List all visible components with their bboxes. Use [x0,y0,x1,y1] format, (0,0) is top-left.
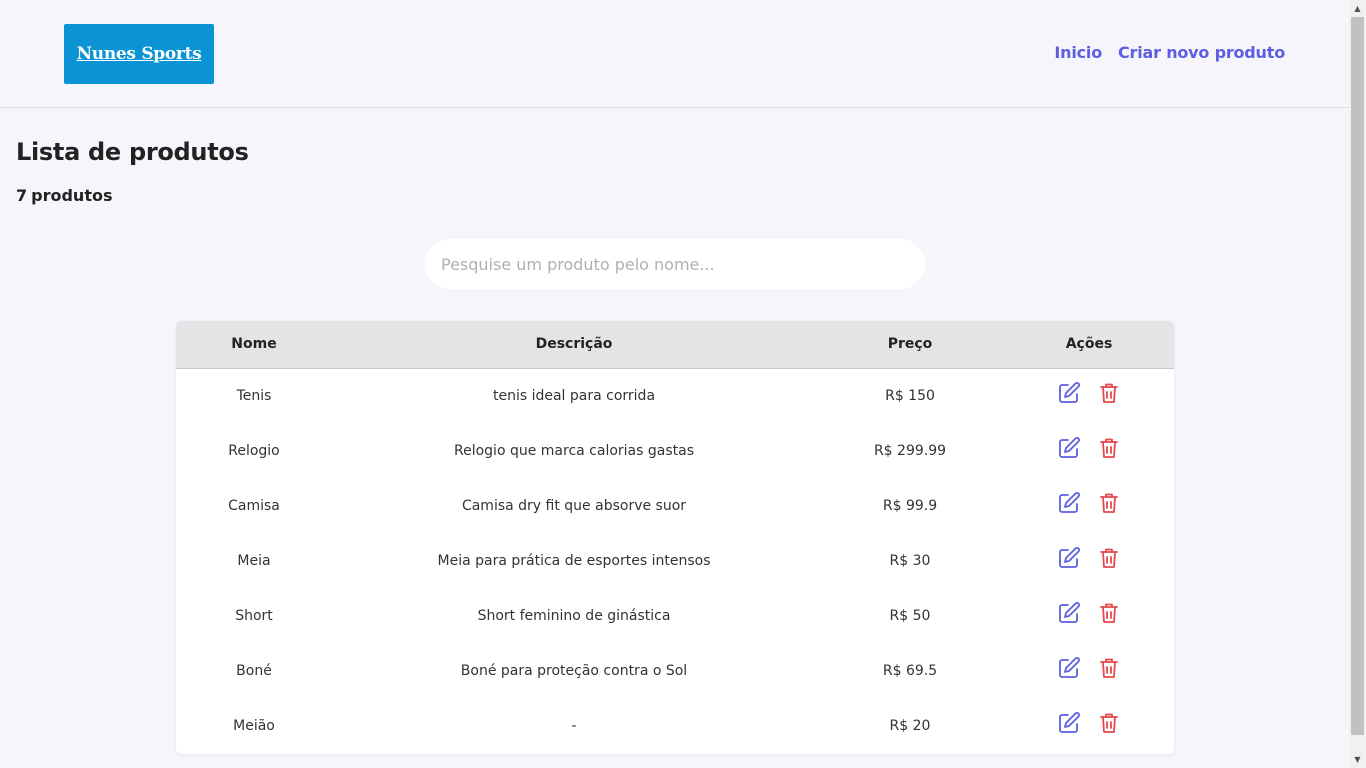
trash-icon [1097,711,1121,738]
table-row: Tenis tenis ideal para corrida R$ 150 [176,368,1174,423]
edit-button[interactable] [1057,546,1081,573]
search-input[interactable] [425,239,925,289]
cell-description: tenis ideal para corrida [492,387,656,404]
row-actions [1057,656,1121,683]
products-table: Nome Descrição Preço Ações Tenis tenis id… [176,321,1174,753]
row-actions [1057,601,1121,628]
delete-button[interactable] [1097,383,1121,407]
product-count-label: produtos [31,186,113,205]
product-count-value: 7 [16,186,28,205]
delete-button[interactable] [1097,492,1121,516]
edit-button[interactable] [1057,656,1081,683]
trash-icon [1097,436,1121,463]
column-header-name: Nome [176,321,332,369]
table-header: Nome Descrição Preço Ações [176,321,1174,369]
column-header-actions: Ações [1004,321,1174,369]
row-actions [1057,546,1121,573]
cell-price: R$ 299.99 [873,442,947,459]
table-row: Camisa Camisa dry fit que absorve suor R$ … [176,478,1174,533]
table-row: Meião - R$ 20 [176,698,1174,753]
logo[interactable]: Nunes Sports [64,24,214,84]
delete-button[interactable] [1097,437,1121,461]
trash-icon [1097,546,1121,573]
cell-description: Meia para prática de esportes intensos [437,552,711,569]
delete-button[interactable] [1097,712,1121,736]
table-row: Meia Meia para prática de esportes intens… [176,533,1174,588]
edit-button[interactable] [1057,601,1081,628]
edit-icon [1057,491,1081,518]
cell-price: R$ 150 [885,387,935,404]
page: Nunes Sports Inicio Criar novo produto L… [0,0,1349,768]
trash-icon [1097,601,1121,628]
delete-button[interactable] [1097,602,1121,626]
edit-icon [1057,381,1081,408]
delete-button[interactable] [1097,657,1121,681]
cell-price: R$ 99.9 [882,497,938,514]
edit-icon [1057,656,1081,683]
edit-icon [1057,546,1081,573]
page-scrollbar[interactable]: ▲ ▼ [1349,0,1366,768]
cell-actions [1004,588,1174,643]
edit-button[interactable] [1057,436,1081,463]
edit-button[interactable] [1057,381,1081,408]
main-nav: Inicio Criar novo produto [1054,43,1285,62]
cell-name: Camisa [228,497,280,514]
trash-icon [1097,491,1121,518]
cell-price: R$ 50 [889,607,931,624]
cell-description: - [571,717,577,734]
cell-name: Relogio [228,442,280,459]
scroll-thumb[interactable] [1351,17,1364,735]
edit-icon [1057,601,1081,628]
cell-actions [1004,478,1174,533]
table-row: Relogio Relogio que marca calorias gastas… [176,423,1174,478]
column-header-description: Descrição [332,321,816,369]
cell-description: Relogio que marca calorias gastas [454,442,694,459]
cell-name: Tenis [236,387,272,404]
cell-name: Boné [236,662,272,679]
cell-description: Short feminino de ginástica [477,607,671,624]
nav-link-inicio[interactable]: Inicio [1054,43,1102,62]
delete-button[interactable] [1097,547,1121,571]
edit-icon [1057,711,1081,738]
row-actions [1057,436,1121,463]
table-row: Short Short feminino de ginástica R$ 50 [176,588,1174,643]
cell-actions [1004,533,1174,588]
trash-icon [1097,381,1121,408]
cell-actions [1004,368,1174,423]
row-actions [1057,491,1121,518]
cell-name: Meião [233,717,275,734]
table-row: Boné Boné para proteção contra o Sol R$ 69… [176,643,1174,698]
edit-icon [1057,436,1081,463]
cell-price: R$ 30 [889,552,931,569]
row-actions [1057,381,1121,408]
row-actions [1057,711,1121,738]
edit-button[interactable] [1057,491,1081,518]
trash-icon [1097,656,1121,683]
product-count: 7 produtos [16,186,116,205]
cell-actions [1004,423,1174,478]
cell-actions [1004,643,1174,698]
page-title: Lista de produtos [16,138,249,166]
nav-link-criar-produto[interactable]: Criar novo produto [1118,43,1285,62]
cell-description: Boné para proteção contra o Sol [460,662,688,679]
scroll-down-arrow-icon[interactable]: ▼ [1349,751,1366,768]
edit-button[interactable] [1057,711,1081,738]
scroll-up-arrow-icon[interactable]: ▲ [1349,0,1366,17]
cell-actions [1004,698,1174,753]
table-body: Tenis tenis ideal para corrida R$ 150 Relog… [176,368,1174,753]
top-header: Nunes Sports Inicio Criar novo produto [0,0,1349,108]
cell-description: Camisa dry fit que absorve suor [461,497,687,514]
products-table-container: Nome Descrição Preço Ações Tenis tenis id… [176,321,1174,754]
cell-price: R$ 20 [889,717,931,734]
cell-name: Meia [237,552,271,569]
cell-name: Short [235,607,273,624]
cell-price: R$ 69.5 [882,662,938,679]
column-header-price: Preço [816,321,1004,369]
logo-text: Nunes Sports [76,44,202,64]
